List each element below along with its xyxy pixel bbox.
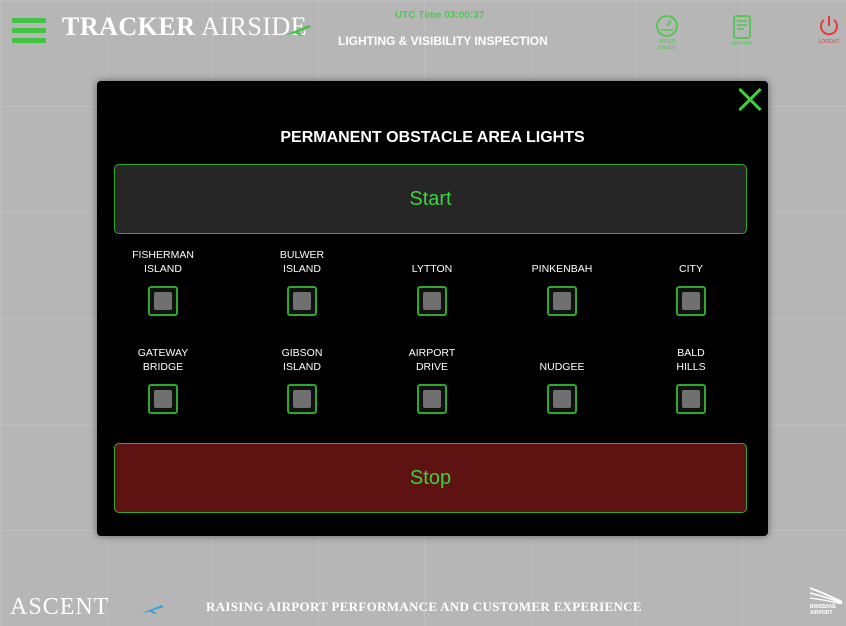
brand-logo: TRACKER AIRSIDE — [62, 12, 307, 42]
location-pinkenbah: PINKENBAH — [517, 248, 607, 316]
location-checkbox[interactable] — [676, 286, 706, 316]
location-checkbox[interactable] — [417, 286, 447, 316]
start-button[interactable]: Start — [114, 164, 747, 234]
location-label-line2: BRIDGE — [142, 361, 184, 373]
location-label-line2: DRIVE — [415, 361, 449, 373]
location-label-line2: LYTTON — [411, 263, 453, 275]
location-fisherman-island: FISHERMAN ISLAND — [118, 248, 208, 316]
location-airport-drive: AIRPORT DRIVE — [387, 346, 477, 414]
location-checkbox[interactable] — [676, 384, 706, 414]
location-city: CITY — [646, 248, 736, 316]
partner-line2: AIRPORT — [810, 610, 833, 616]
location-checkbox[interactable] — [417, 384, 447, 414]
location-label-line1: FISHERMAN — [132, 249, 194, 261]
location-checkbox[interactable] — [148, 384, 178, 414]
dialog-title: PERMANENT OBSTACLE AREA LIGHTS — [280, 129, 585, 146]
menu-icon[interactable] — [12, 18, 46, 43]
stop-button[interactable]: Stop — [114, 443, 747, 513]
plane-icon — [285, 25, 311, 36]
location-checkbox[interactable] — [287, 384, 317, 414]
gauge-icon — [656, 15, 678, 37]
location-label-line2: NUDGEE — [539, 361, 585, 373]
location-label-line1: GATEWAY — [137, 347, 189, 359]
location-checkbox[interactable] — [148, 286, 178, 316]
location-label-line1: BULWER — [279, 249, 325, 261]
brand-tracker: TRACKER — [62, 12, 196, 41]
speed-gauge-label: SPEED GAUGE — [657, 39, 677, 51]
page-title: LIGHTING & VISIBILITY INSPECTION — [338, 34, 548, 48]
location-checkbox[interactable] — [547, 384, 577, 414]
location-checkbox[interactable] — [547, 286, 577, 316]
plane-icon — [142, 605, 164, 614]
footer-tagline: RAISING AIRPORT PERFORMANCE AND CUSTOMER… — [206, 599, 642, 614]
location-label-line1: GIBSON — [281, 347, 323, 359]
report-label: REPORT — [731, 41, 753, 47]
location-bald-hills: BALD HILLS — [646, 346, 736, 414]
document-icon — [733, 15, 751, 39]
location-gibson-island: GIBSON ISLAND — [257, 346, 347, 414]
location-bulwer-island: BULWER ISLAND — [257, 248, 347, 316]
logout-button[interactable]: LOGOUT — [812, 14, 846, 54]
obstacle-lights-dialog: PERMANENT OBSTACLE AREA LIGHTS Start FIS… — [97, 81, 768, 536]
location-label-line2: ISLAND — [283, 263, 321, 275]
footer-bar: ASCENT RAISING AIRPORT PERFORMANCE AND C… — [0, 582, 846, 626]
speed-gauge-button[interactable]: SPEED GAUGE — [650, 14, 684, 54]
location-nudgee: NUDGEE — [517, 346, 607, 414]
power-icon — [820, 16, 838, 36]
location-label-line2: PINKENBAH — [531, 263, 593, 275]
report-button[interactable]: REPORT — [725, 14, 759, 54]
logout-label: LOGOUT — [818, 39, 840, 45]
location-label-line2: ISLAND — [144, 263, 182, 275]
location-label-line2: ISLAND — [283, 361, 321, 373]
brisbane-airport-logo: BRISBANE AIRPORT — [806, 582, 846, 626]
location-gateway-bridge: GATEWAY BRIDGE — [118, 346, 208, 414]
airport-logo-icon — [809, 587, 843, 604]
utc-time: UTC Time 03:00:37 — [395, 10, 485, 21]
location-label-line1: BALD — [677, 347, 705, 359]
location-label-line2: HILLS — [676, 361, 706, 373]
header-bar: TRACKER AIRSIDE UTC Time 03:00:37 LIGHTI… — [0, 0, 846, 70]
ascent-logo: ASCENT — [10, 594, 110, 620]
close-icon[interactable] — [738, 87, 762, 111]
location-label-line1: AIRPORT — [408, 347, 456, 359]
location-checkbox[interactable] — [287, 286, 317, 316]
location-label-line2: CITY — [679, 263, 703, 275]
location-lytton: LYTTON — [387, 248, 477, 316]
